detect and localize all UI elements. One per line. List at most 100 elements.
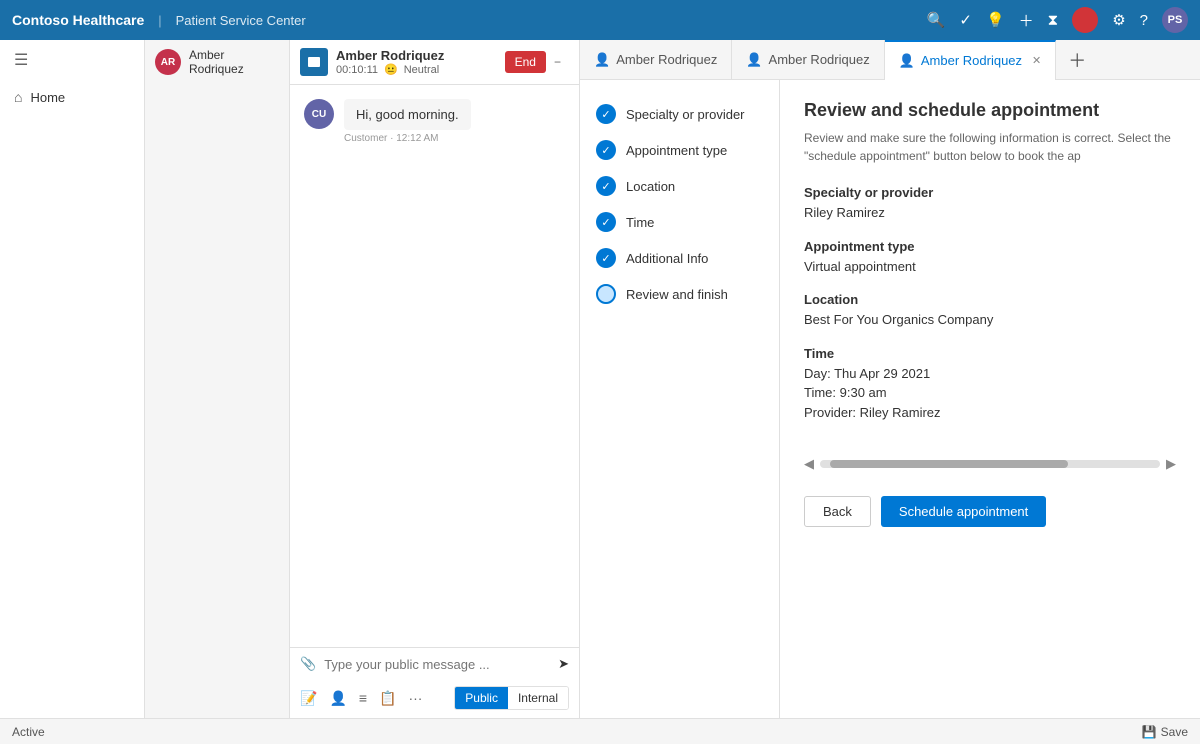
lightbulb-icon[interactable]: 💡 xyxy=(986,11,1005,29)
sidebar-item-home[interactable]: ⌂ Home xyxy=(0,80,144,114)
help-icon[interactable]: ? xyxy=(1140,12,1148,29)
step-circle-time: ✓ xyxy=(596,212,616,232)
contact-name: Amber Rodriquez xyxy=(189,48,279,76)
call-agent-name: Amber Rodriquez xyxy=(336,48,444,63)
more-icon[interactable]: ··· xyxy=(408,690,422,707)
top-nav-right: 🔍 ✓ 💡 ＋ ⧗ ⚙ ? PS xyxy=(927,7,1188,33)
step-location[interactable]: ✓ Location xyxy=(592,168,767,204)
active-status: Active xyxy=(12,725,45,739)
step-time[interactable]: ✓ Time xyxy=(592,204,767,240)
internal-toggle[interactable]: Internal xyxy=(508,687,568,709)
call-details: Amber Rodriquez 00:10:11 😐 Neutral xyxy=(336,48,444,76)
scroll-thumb xyxy=(830,460,1068,468)
tab-close-icon[interactable]: ✕ xyxy=(1032,54,1041,67)
step-appointment-type[interactable]: ✓ Appointment type xyxy=(592,132,767,168)
settings-icon[interactable]: ⚙ xyxy=(1112,11,1125,29)
attachment-icon[interactable]: 📎 xyxy=(300,656,316,672)
step-circle-location: ✓ xyxy=(596,176,616,196)
field-location-label: Location xyxy=(804,292,1176,307)
tab-2[interactable]: 👤 Amber Rodriquez ✕ xyxy=(885,40,1057,80)
public-toggle[interactable]: Public xyxy=(455,687,508,709)
chat-customer-avatar: CU xyxy=(304,99,334,129)
step-label-time: Time xyxy=(626,215,654,230)
status-bar: Active 💾 Save xyxy=(0,718,1200,744)
search-icon[interactable]: 🔍 xyxy=(927,11,946,29)
sidebar-menu-icon[interactable]: ☰ xyxy=(0,40,144,80)
chat-input-area: 📎 ➤ 📝 👤 ≡ 📋 ··· Public xyxy=(290,647,579,718)
step-additional-info[interactable]: ✓ Additional Info xyxy=(592,240,767,276)
home-icon: ⌂ xyxy=(14,89,22,105)
field-appointment-type-label: Appointment type xyxy=(804,239,1176,254)
field-appointment-type-value: Virtual appointment xyxy=(804,257,1176,277)
sentiment-icon: 😐 xyxy=(384,63,398,76)
tab-person-icon-0: 👤 xyxy=(594,52,610,68)
field-specialty-label: Specialty or provider xyxy=(804,185,1176,200)
step-circle-specialty: ✓ xyxy=(596,104,616,124)
chat-bubble-text: Hi, good morning. xyxy=(344,99,471,130)
chat-bubble-time: Customer · 12:12 AM xyxy=(344,133,471,144)
back-button[interactable]: Back xyxy=(804,496,871,527)
user-avatar[interactable]: PS xyxy=(1162,7,1188,33)
field-time: Time Day: Thu Apr 29 2021 Time: 9:30 am … xyxy=(804,346,1176,423)
save-label: Save xyxy=(1161,725,1188,739)
field-appointment-type: Appointment type Virtual appointment xyxy=(804,239,1176,277)
step-label-location: Location xyxy=(626,179,675,194)
checkmark-icon[interactable]: ✓ xyxy=(959,11,972,29)
review-actions: Back Schedule appointment xyxy=(804,496,1176,527)
nav-divider: | xyxy=(158,13,161,28)
step-label-additional-info: Additional Info xyxy=(626,251,708,266)
scroll-track-area: ◀ ▶ xyxy=(804,452,1176,476)
format-icon[interactable]: 📝 xyxy=(300,690,317,707)
call-info: Amber Rodriquez 00:10:11 😐 Neutral xyxy=(300,48,505,76)
contact-item-amber[interactable]: AR Amber Rodriquez xyxy=(145,40,289,84)
field-time-value: Day: Thu Apr 29 2021 Time: 9:30 am Provi… xyxy=(804,364,1176,423)
top-nav-left: Contoso Healthcare | Patient Service Cen… xyxy=(12,12,306,28)
review-title: Review and schedule appointment xyxy=(804,100,1176,121)
end-call-button[interactable]: End xyxy=(505,51,546,73)
step-specialty[interactable]: ✓ Specialty or provider xyxy=(592,96,767,132)
minimize-icon[interactable]: − xyxy=(546,51,569,73)
send-icon[interactable]: ➤ xyxy=(558,656,569,672)
tab-label-0: Amber Rodriquez xyxy=(616,52,717,67)
review-subtitle: Review and make sure the following infor… xyxy=(804,129,1176,165)
scroll-left-arrow[interactable]: ◀ xyxy=(804,456,814,472)
step-circle-additional-info: ✓ xyxy=(596,248,616,268)
schedule-appointment-button[interactable]: Schedule appointment xyxy=(881,496,1046,527)
step-circle-appointment-type: ✓ xyxy=(596,140,616,160)
chat-toolbar-toggle: Public Internal xyxy=(454,686,569,710)
sidebar: ☰ ⌂ Home xyxy=(0,40,145,718)
call-sentiment: Neutral xyxy=(404,64,439,76)
right-panel: 👤 Amber Rodriquez 👤 Amber Rodriquez 👤 Am… xyxy=(580,40,1200,718)
app-subtitle: Patient Service Center xyxy=(176,13,306,28)
note-icon[interactable]: 📋 xyxy=(379,690,396,707)
chat-input[interactable] xyxy=(324,657,550,672)
step-review[interactable]: Review and finish xyxy=(592,276,767,312)
public-internal-toggle: Public Internal xyxy=(454,686,569,710)
chat-messages: CU Hi, good morning. Customer · 12:12 AM xyxy=(290,85,579,647)
step-label-review: Review and finish xyxy=(626,287,728,302)
contact-avatar: AR xyxy=(155,49,181,75)
review-panel: Review and schedule appointment Review a… xyxy=(780,80,1200,718)
plus-icon[interactable]: ＋ xyxy=(1019,10,1034,31)
scroll-track[interactable] xyxy=(820,460,1160,468)
save-area[interactable]: 💾 Save xyxy=(1142,725,1188,739)
field-location-value: Best For You Organics Company xyxy=(804,310,1176,330)
call-timer: 00:10:11 xyxy=(336,64,378,76)
scroll-right-arrow[interactable]: ▶ xyxy=(1166,456,1176,472)
call-header: Amber Rodriquez 00:10:11 😐 Neutral End − xyxy=(290,40,579,85)
chat-toolbar: 📝 👤 ≡ 📋 ··· Public Internal xyxy=(290,680,579,718)
call-chat-panel: Amber Rodriquez 00:10:11 😐 Neutral End −… xyxy=(290,40,580,718)
tab-add-button[interactable]: ＋ xyxy=(1056,40,1098,80)
notification-dot[interactable] xyxy=(1072,7,1098,33)
call-icon xyxy=(300,48,328,76)
filter-icon[interactable]: ⧗ xyxy=(1048,12,1059,29)
step-label-specialty: Specialty or provider xyxy=(626,107,745,122)
field-time-label: Time xyxy=(804,346,1176,361)
main-layout: ☰ ⌂ Home AR Amber Rodriquez Amber Rodriq… xyxy=(0,40,1200,718)
chat-toolbar-icons: 📝 👤 ≡ 📋 ··· xyxy=(300,690,422,707)
tab-0[interactable]: 👤 Amber Rodriquez xyxy=(580,40,732,80)
tab-1[interactable]: 👤 Amber Rodriquez xyxy=(732,40,884,80)
tab-label-1: Amber Rodriquez xyxy=(769,52,870,67)
list-icon[interactable]: ≡ xyxy=(359,690,367,707)
person-add-icon[interactable]: 👤 xyxy=(329,690,346,707)
